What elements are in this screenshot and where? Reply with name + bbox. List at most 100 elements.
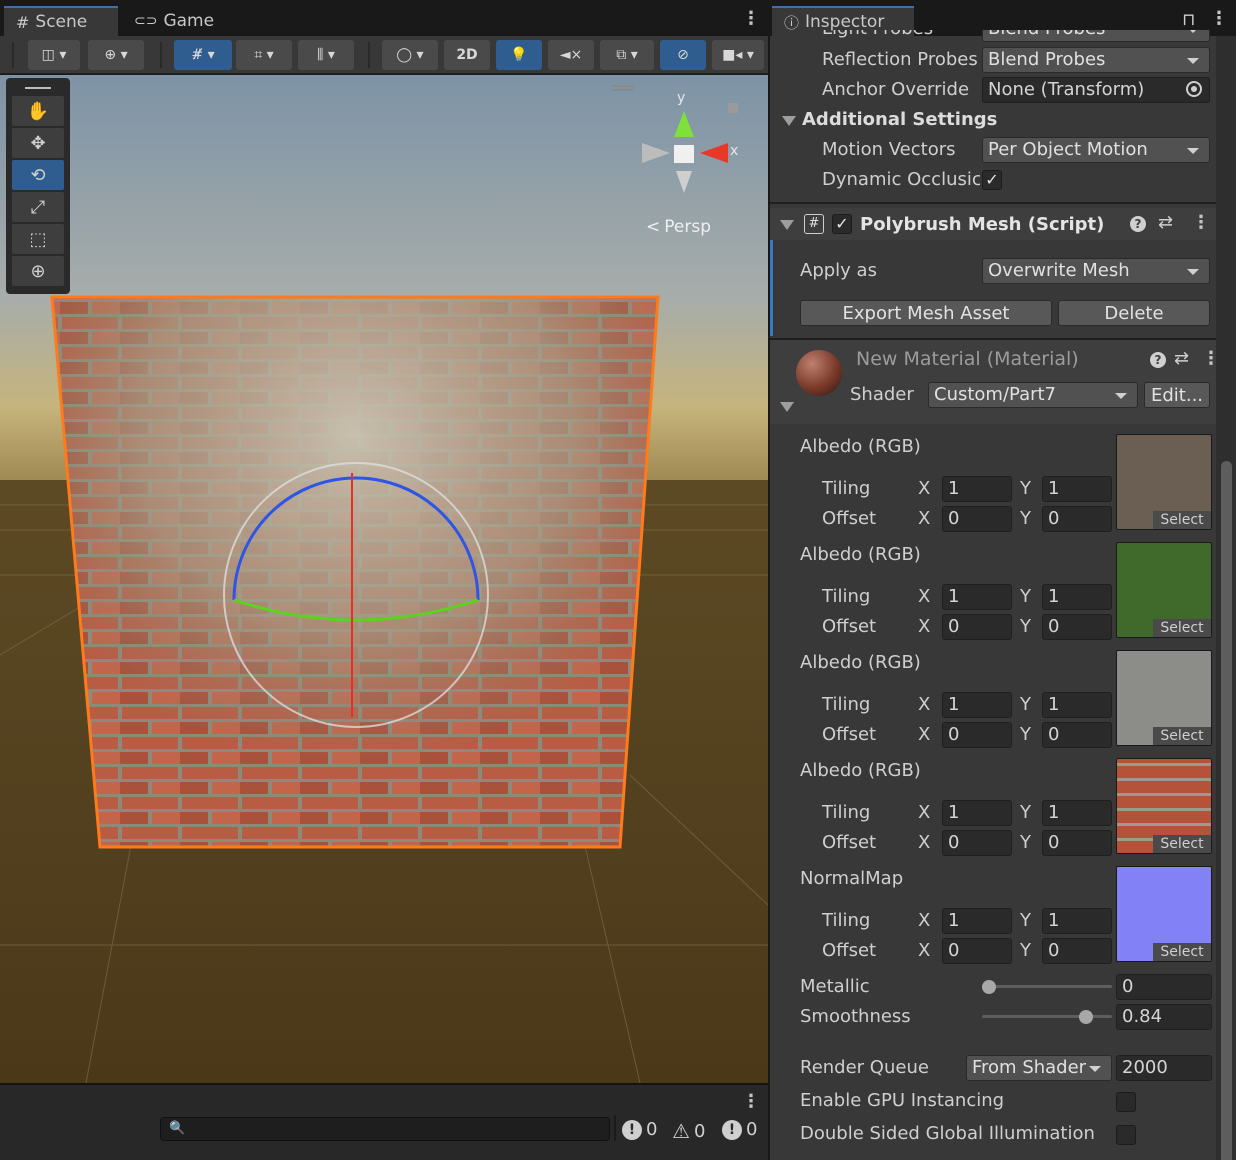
offset-x-field[interactable]: 0 (942, 614, 1012, 640)
tiling-x-field[interactable]: 1 (942, 476, 1012, 502)
motion-vectors-dropdown[interactable]: Per Object Motion (982, 137, 1210, 163)
camera-button[interactable]: ■◂ ▾ (712, 40, 764, 70)
offset-y-field[interactable]: 0 (1042, 614, 1112, 640)
shader-dropdown[interactable]: Custom/Part7 (928, 382, 1138, 408)
error-count-toggle[interactable]: ! 0 (722, 1119, 757, 1140)
select-texture-button[interactable]: Select (1153, 619, 1211, 637)
increment-snap-button[interactable]: ⌗ ▾ (236, 40, 292, 70)
texture-thumbnail[interactable]: Select (1116, 650, 1212, 746)
gpu-instancing-label: Enable GPU Instancing (800, 1090, 1005, 1111)
help-icon[interactable]: ? (1150, 352, 1166, 368)
gizmo-y-label: y (677, 90, 686, 106)
lighting-toggle[interactable]: 💡 (496, 40, 542, 70)
help-icon[interactable]: ? (1130, 216, 1146, 232)
visibility-toggle[interactable]: ⊘ (660, 40, 706, 70)
console-menu-icon[interactable]: ⋮ (742, 1093, 760, 1111)
double-sided-gi-checkbox[interactable] (1116, 1125, 1136, 1145)
transform-tool-button[interactable]: ⊕ (12, 256, 64, 286)
offset-x-field[interactable]: 0 (942, 830, 1012, 856)
effects-button[interactable]: ⧉ ▾ (600, 40, 654, 70)
texture-thumbnail[interactable]: Select (1116, 434, 1212, 530)
tiling-y-value: 1 (1048, 586, 1060, 607)
global-button[interactable]: ⊕ ▾ (88, 40, 144, 70)
warning-count-toggle[interactable]: ⚠ 0 (672, 1119, 705, 1143)
offset-y-field[interactable]: 0 (1042, 722, 1112, 748)
metallic-slider-knob[interactable] (982, 980, 996, 994)
select-texture-button[interactable]: Select (1153, 727, 1211, 745)
apply-as-dropdown[interactable]: Overwrite Mesh (982, 258, 1210, 284)
polybrush-header[interactable]: # ✓ Polybrush Mesh (Script) ? ⇄ ⋮ (770, 208, 1216, 240)
inspector-scrollbar[interactable] (1216, 36, 1236, 1160)
texture-thumbnail[interactable]: Select (1116, 866, 1212, 962)
tiling-x-field[interactable]: 1 (942, 692, 1012, 718)
audio-toggle[interactable]: ◄× (548, 40, 594, 70)
texture-thumbnail[interactable]: Select (1116, 542, 1212, 638)
rect-tool-button[interactable]: ⬚ (12, 224, 64, 254)
tiling-x-field[interactable]: 1 (942, 908, 1012, 934)
gpu-instancing-checkbox[interactable] (1116, 1092, 1136, 1112)
info-count-toggle[interactable]: ! 0 (622, 1119, 657, 1140)
tiling-y-field[interactable]: 1 (1042, 476, 1112, 502)
tiling-x-field[interactable]: 1 (942, 584, 1012, 610)
tab-game[interactable]: ⊂⊃ Game (122, 6, 232, 36)
select-texture-button[interactable]: Select (1153, 943, 1211, 961)
draw-mode-button[interactable]: ◫ ▾ (28, 40, 80, 70)
palette-grip[interactable] (12, 82, 64, 94)
rotate-tool-button[interactable]: ⟲ (12, 160, 64, 190)
increment-snap-icon: ⌗ ▾ (254, 47, 274, 63)
render-queue-dropdown[interactable]: From Shader (966, 1055, 1112, 1081)
dynamic-occlusion-checkbox[interactable]: ✓ (982, 170, 1002, 190)
polybrush-enabled-checkbox[interactable]: ✓ (832, 214, 852, 234)
tiling-y-field[interactable]: 1 (1042, 908, 1112, 934)
projection-toggle[interactable]: < Persp (646, 217, 711, 237)
inspector-menu-icon[interactable]: ⋮ (1210, 10, 1228, 28)
preset-icon[interactable]: ⇄ (1158, 212, 1173, 233)
anchor-override-field[interactable]: None (Transform) (982, 77, 1210, 103)
hand-tool-button[interactable]: ✋ (12, 96, 64, 126)
metallic-value-field[interactable]: 0 (1116, 974, 1212, 1000)
console-search-input[interactable]: 🔍 (160, 1117, 610, 1141)
tiling-y-field[interactable]: 1 (1042, 584, 1112, 610)
offset-y-field[interactable]: 0 (1042, 938, 1112, 964)
light-probes-dropdown[interactable]: Blend Probes (982, 30, 1210, 42)
offset-label: Offset (822, 832, 877, 853)
render-queue-field[interactable]: 2000 (1116, 1055, 1212, 1081)
scale-tool-button[interactable]: ⤢ (12, 192, 64, 222)
export-mesh-asset-button[interactable]: Export Mesh Asset (800, 300, 1052, 326)
grid-snap-button[interactable]: #̸ ▾ (174, 40, 232, 70)
move-tool-button[interactable]: ✥ (12, 128, 64, 158)
metallic-slider-track[interactable] (982, 985, 1112, 988)
mode-2d-button[interactable]: 2D (444, 40, 490, 70)
shading-button[interactable]: ◯ ▾ (382, 40, 438, 70)
reflection-probes-dropdown[interactable]: Blend Probes (982, 47, 1210, 73)
offset-x-field[interactable]: 0 (942, 722, 1012, 748)
foldout-open-icon[interactable] (780, 402, 794, 412)
select-texture-button[interactable]: Select (1153, 835, 1211, 853)
component-menu-icon[interactable]: ⋮ (1192, 214, 1210, 232)
lock-icon[interactable]: ⊓ (1182, 10, 1195, 30)
smoothness-value-field[interactable]: 0.84 (1116, 1004, 1212, 1030)
offset-y-field[interactable]: 0 (1042, 830, 1112, 856)
texture-thumbnail[interactable]: Select (1116, 758, 1212, 854)
smoothness-slider-knob[interactable] (1079, 1010, 1094, 1024)
offset-y-field[interactable]: 0 (1042, 506, 1112, 532)
texture-property: Albedo (RGB) Tiling X 1 Y 1 Offset X 0 Y… (770, 648, 1216, 756)
additional-settings-foldout[interactable]: Additional Settings (770, 105, 1216, 135)
tiling-x-field[interactable]: 1 (942, 800, 1012, 826)
tab-scene[interactable]: # Scene (4, 6, 118, 36)
scene-menu-icon[interactable]: ⋮ (742, 10, 760, 28)
edit-shader-button[interactable]: Edit... (1144, 382, 1210, 408)
select-texture-button[interactable]: Select (1153, 511, 1211, 529)
offset-x-field[interactable]: 0 (942, 938, 1012, 964)
object-picker-icon[interactable] (1186, 81, 1202, 97)
offset-x-field[interactable]: 0 (942, 506, 1012, 532)
render-queue-row: Render Queue From Shader 2000 (770, 1053, 1216, 1083)
ruler-button[interactable]: ⫼ ▾ (298, 40, 354, 70)
scene-viewport[interactable]: y x < Persp ✋ ✥ ⟲ ⤢ ⬚ ⊕ (0, 75, 768, 1083)
tiling-y-field[interactable]: 1 (1042, 800, 1112, 826)
delete-button[interactable]: Delete (1058, 300, 1210, 326)
preset-icon[interactable]: ⇄ (1174, 348, 1189, 369)
metallic-row: Metallic 0 (770, 972, 1216, 1002)
tiling-y-field[interactable]: 1 (1042, 692, 1112, 718)
inspector-scrollbar-thumb[interactable] (1221, 461, 1232, 1160)
